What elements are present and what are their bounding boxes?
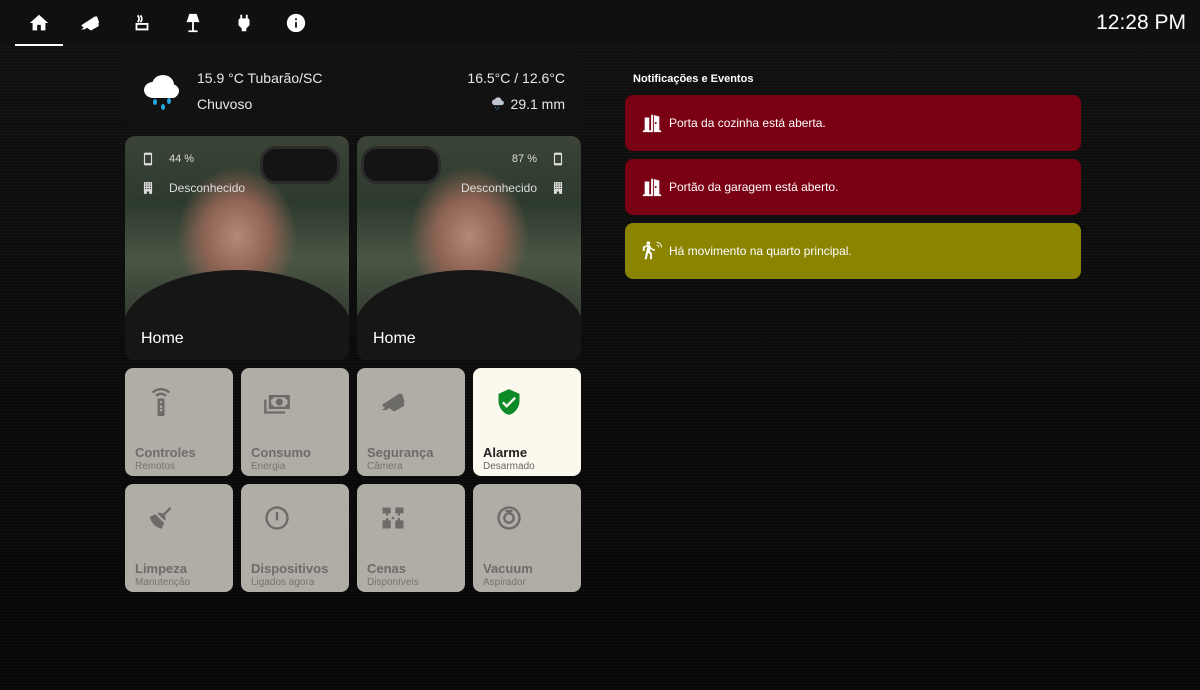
phone-icon — [143, 152, 153, 166]
tab-climate[interactable] — [118, 0, 166, 46]
person-status-row: Desconhecido — [461, 181, 565, 195]
power-icon — [265, 506, 289, 530]
tile-subtitle: Desarmado — [483, 461, 535, 472]
broom-icon — [149, 507, 172, 529]
top-bar: 12:28 PM — [0, 0, 1200, 46]
tile-subtitle: Energia — [251, 461, 286, 472]
tile-title: Segurança — [367, 445, 434, 460]
person-card-1[interactable]: 44 % Desconhecido Home — [125, 136, 349, 360]
person-battery: 87 % — [511, 153, 537, 165]
tile-icon-wrap — [495, 388, 523, 416]
tile-subtitle: Disponíveis — [367, 577, 419, 588]
power-plug-icon — [238, 14, 250, 32]
tile-subtitle: Câmera — [367, 461, 403, 472]
tile-icon-wrap — [147, 504, 175, 532]
person-status-row: Desconhecido — [141, 181, 245, 195]
tile-controles[interactable]: Controles Remotos — [125, 368, 233, 476]
notification-text: Há movimento na quarto principal. — [669, 244, 852, 258]
tile-title: Cenas — [367, 561, 407, 576]
tab-home[interactable] — [15, 0, 63, 46]
tile-icon-wrap — [495, 504, 523, 532]
building-icon — [553, 182, 563, 194]
weather-temp-location: 15.9 °C Tubarão/SC — [197, 70, 323, 86]
tile-limpeza[interactable]: Limpeza Manutenção — [125, 484, 233, 592]
tile-title: Vacuum — [483, 561, 533, 576]
tile-alarme[interactable]: Alarme Desarmado — [473, 368, 581, 476]
tile-subtitle: Aspirador — [483, 577, 526, 588]
tab-lights[interactable] — [169, 0, 217, 46]
rainy-cloud-icon — [144, 75, 179, 110]
tab-devices[interactable] — [220, 0, 268, 46]
shield-check-icon — [498, 389, 520, 415]
person-battery: 44 % — [169, 153, 195, 165]
tile-title: Alarme — [483, 445, 528, 460]
tab-cameras[interactable] — [66, 0, 114, 46]
cctv-icon — [80, 16, 100, 31]
weather-precipitation-row: 29.1 mm — [491, 96, 565, 112]
person-status: Desconhecido — [169, 181, 246, 195]
tab-info[interactable] — [272, 0, 320, 46]
home-icon — [29, 14, 49, 31]
tile-title: Limpeza — [135, 561, 188, 576]
person-card-2[interactable]: 87 % Desconhecido Home — [357, 136, 581, 360]
info-icon — [286, 13, 306, 33]
weather-card[interactable]: 15.9 °C Tubarão/SC Chuvoso 16.5°C / 12.6… — [125, 55, 581, 127]
tile-subtitle: Manutenção — [135, 577, 191, 588]
tile-consumo[interactable]: Consumo Energia — [241, 368, 349, 476]
door-open-icon — [642, 178, 662, 197]
weather-condition: Chuvoso — [197, 96, 253, 112]
diving-mask — [361, 146, 441, 184]
palette-icon — [382, 507, 404, 529]
weather-high-low: 16.5°C / 12.6°C — [467, 70, 565, 86]
person-status: Desconhecido — [460, 181, 537, 195]
tile-icon-wrap — [379, 388, 407, 416]
floor-lamp-icon — [186, 13, 200, 33]
rain-icon — [491, 97, 504, 110]
radiator-icon — [135, 14, 149, 31]
tile-title: Controles — [135, 445, 196, 460]
notifications-title: Notificações e Eventos — [633, 73, 754, 85]
person-name: Home — [141, 330, 184, 347]
notification-item[interactable]: Porta da cozinha está aberta. — [625, 95, 1081, 151]
tile-icon-wrap — [147, 387, 175, 416]
motion-sensor-icon — [642, 241, 663, 260]
cash-icon — [264, 395, 290, 414]
diving-mask — [260, 146, 340, 184]
remote-icon — [151, 387, 171, 416]
tile-subtitle: Ligados agora — [251, 577, 315, 588]
notification-text: Portão da garagem está aberto. — [669, 180, 839, 194]
door-open-icon — [642, 114, 662, 133]
weather-precip-value: 29.1 mm — [510, 96, 565, 112]
tile-icon-wrap — [263, 504, 291, 532]
tile-icon-wrap — [263, 388, 291, 416]
tile-vacuum[interactable]: Vacuum Aspirador — [473, 484, 581, 592]
notification-item[interactable]: Portão da garagem está aberto. — [625, 159, 1081, 215]
tile-icon-wrap — [379, 504, 407, 532]
notification-text: Porta da cozinha está aberta. — [669, 116, 826, 130]
person-battery-row: 44 % — [141, 152, 194, 166]
phone-icon — [553, 152, 563, 166]
tile-seguranca[interactable]: Segurança Câmera — [357, 368, 465, 476]
tile-cenas[interactable]: Cenas Disponíveis — [357, 484, 465, 592]
robot-vacuum-icon — [497, 506, 521, 530]
tile-subtitle: Remotos — [135, 461, 176, 472]
person-name: Home — [373, 330, 416, 347]
building-icon — [143, 182, 153, 194]
person-battery-row: 87 % — [512, 152, 565, 166]
clock: 12:28 PM — [1096, 11, 1186, 34]
tile-title: Dispositivos — [251, 561, 329, 576]
notification-item[interactable]: Há movimento na quarto principal. — [625, 223, 1081, 279]
tile-dispositivos[interactable]: Dispositivos Ligados agora — [241, 484, 349, 592]
tile-title: Consumo — [251, 445, 311, 460]
cctv-icon — [381, 393, 405, 412]
